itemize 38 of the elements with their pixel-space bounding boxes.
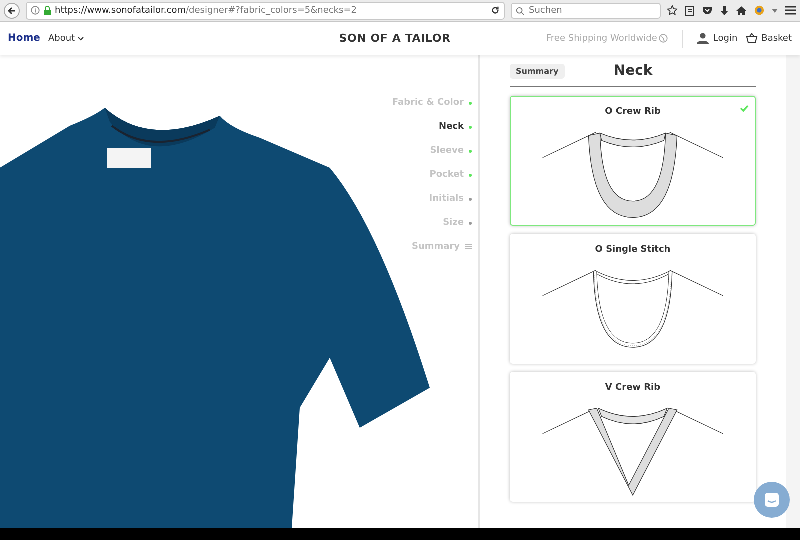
lock-icon: [44, 6, 51, 15]
extension-icon[interactable]: [754, 5, 765, 16]
back-arrow-icon: [7, 6, 17, 16]
clipboard-icon[interactable]: [685, 5, 695, 16]
download-icon[interactable]: [720, 6, 729, 16]
address-bar[interactable]: https://www.sonofatailor.com/designer#?fabric_colors=5&necks=2: [26, 2, 505, 20]
basket-button[interactable]: Basket: [746, 33, 792, 44]
option-name: O Single Stitch: [595, 245, 671, 255]
back-button[interactable]: [4, 2, 20, 18]
nav-link[interactable]: About: [48, 34, 84, 44]
neck-option-card[interactable]: V Crew Rib: [510, 372, 756, 502]
home-icon[interactable]: [736, 6, 747, 16]
caret-icon[interactable]: [772, 8, 778, 12]
basket-icon: [746, 33, 758, 44]
neck-option-card[interactable]: O Crew Rib: [510, 96, 756, 226]
list-icon: [465, 244, 472, 250]
user-icon: [697, 33, 710, 44]
menu-icon[interactable]: [785, 6, 796, 15]
shipping-note: Free Shipping Worldwide: [546, 34, 658, 44]
chat-bubble-icon: [764, 492, 780, 508]
reload-icon[interactable]: [491, 6, 500, 15]
section-title: Neck: [612, 63, 654, 79]
step-link[interactable]: Neck: [439, 122, 472, 132]
summary-button[interactable]: Summary: [510, 64, 565, 78]
info-icon: [31, 6, 40, 15]
option-name: V Crew Rib: [605, 383, 661, 393]
brand-logo[interactable]: SON OF A TAILOR: [268, 32, 522, 45]
url-text: https://www.sonofatailor.com/designer#?fabric_colors=5&necks=2: [55, 6, 358, 16]
chevron-icon: [78, 36, 84, 40]
option-name: O Crew Rib: [605, 107, 661, 117]
checkmark-icon: [740, 105, 749, 112]
star-icon[interactable]: [667, 5, 678, 16]
nav-link[interactable]: Home: [8, 33, 40, 44]
pocket-icon[interactable]: [702, 6, 713, 16]
search-field[interactable]: Suchen: [511, 2, 661, 18]
login-button[interactable]: Login: [697, 33, 738, 44]
globe-icon: [659, 34, 668, 43]
neck-option-card[interactable]: O Single Stitch: [510, 234, 756, 364]
